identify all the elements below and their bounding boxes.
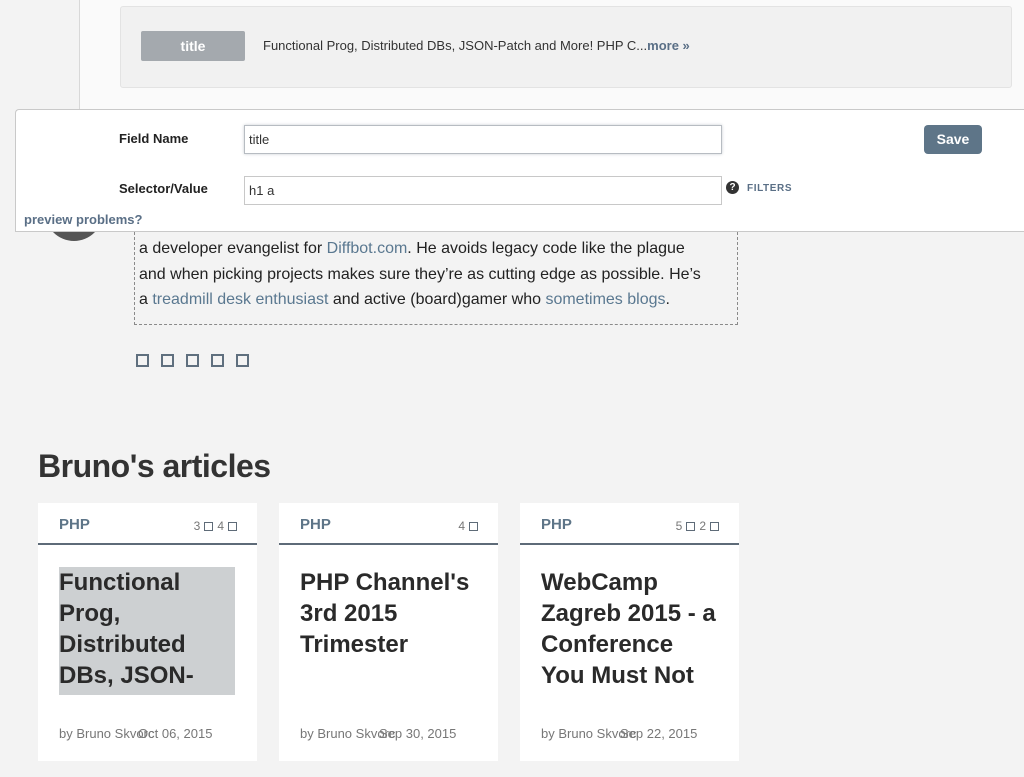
article-title[interactable]: Functional Prog, Distributed DBs, JSON- [59, 567, 235, 695]
more-link[interactable]: more » [647, 38, 690, 53]
article-title[interactable]: PHP Channel's 3rd 2015 Trimester [300, 567, 480, 695]
save-button[interactable]: Save [924, 125, 982, 154]
social-icon[interactable] [186, 354, 199, 367]
article-card[interactable]: PHP 4 PHP Channel's 3rd 2015 Trimester b… [279, 503, 498, 761]
help-icon[interactable]: ? [726, 181, 739, 194]
card-header: PHP 4 [279, 503, 498, 545]
share-icon [228, 521, 237, 531]
article-date: Sep 30, 2015 [379, 726, 457, 741]
filters-link[interactable]: FILTERS [747, 183, 792, 194]
article-date: Oct 06, 2015 [138, 726, 213, 741]
stat-count: 3 [193, 519, 201, 533]
preview-row: title Functional Prog, Distributed DBs, … [120, 6, 1012, 88]
social-icon[interactable] [136, 354, 149, 367]
preview-value: Functional Prog, Distributed DBs, JSON-P… [263, 38, 690, 53]
field-editor-panel: Field Name title Save Selector/Value h1 … [15, 109, 1024, 232]
blog-link[interactable]: sometimes blogs [545, 291, 665, 308]
bio-text: a developer evangelist for [139, 239, 327, 257]
treadmill-link[interactable]: treadmill desk enthusiast [152, 291, 328, 308]
category-label[interactable]: PHP [59, 516, 90, 533]
stat-count: 4 [458, 519, 465, 533]
author-bio: English Language and Literature. He’s th… [134, 222, 738, 325]
stat-count: 2 [699, 519, 706, 533]
card-header: PHP 3 4 [38, 503, 257, 545]
field-name-label: Field Name [119, 131, 189, 146]
bio-text: and active (board)gamer who [328, 291, 546, 309]
comment-icon [469, 521, 478, 531]
bio-text: . He avoids legacy code like the plague [407, 239, 685, 257]
article-card[interactable]: PHP 5 2 WebCamp Zagreb 2015 - a Conferen… [520, 503, 739, 761]
category-label[interactable]: PHP [300, 516, 331, 533]
field-tag[interactable]: title [141, 31, 245, 61]
card-header: PHP 5 2 [520, 503, 739, 545]
selector-input[interactable]: h1 a [244, 176, 722, 205]
social-icons [136, 354, 249, 367]
article-title[interactable]: WebCamp Zagreb 2015 - a Conference You M… [541, 567, 721, 695]
social-icon[interactable] [236, 354, 249, 367]
card-stats: 3 4 [194, 519, 237, 533]
preview-problems-link[interactable]: preview problems? [24, 212, 142, 227]
category-label[interactable]: PHP [541, 516, 572, 533]
stat-count: 4 [217, 519, 224, 533]
bio-text: . [665, 291, 670, 309]
field-name-input[interactable]: title [244, 125, 722, 154]
bio-text: a [139, 291, 153, 309]
preview-value-text: Functional Prog, Distributed DBs, JSON-P… [263, 38, 648, 53]
card-stats: 5 2 [676, 519, 719, 533]
selector-label: Selector/Value [119, 181, 208, 196]
card-stats: 4 [458, 519, 478, 533]
social-icon[interactable] [211, 354, 224, 367]
diffbot-link[interactable]: Diffbot.com [327, 240, 408, 257]
social-icon[interactable] [161, 354, 174, 367]
articles-heading: Bruno's articles [38, 448, 271, 484]
comment-icon [204, 521, 214, 531]
bio-line: and when picking projects makes sure the… [139, 265, 701, 283]
stat-count: 5 [675, 519, 683, 533]
share-icon [710, 521, 719, 531]
article-card[interactable]: PHP 3 4 Functional Prog, Distributed DBs… [38, 503, 257, 761]
comment-icon [686, 521, 696, 531]
article-date: Sep 22, 2015 [620, 726, 698, 741]
